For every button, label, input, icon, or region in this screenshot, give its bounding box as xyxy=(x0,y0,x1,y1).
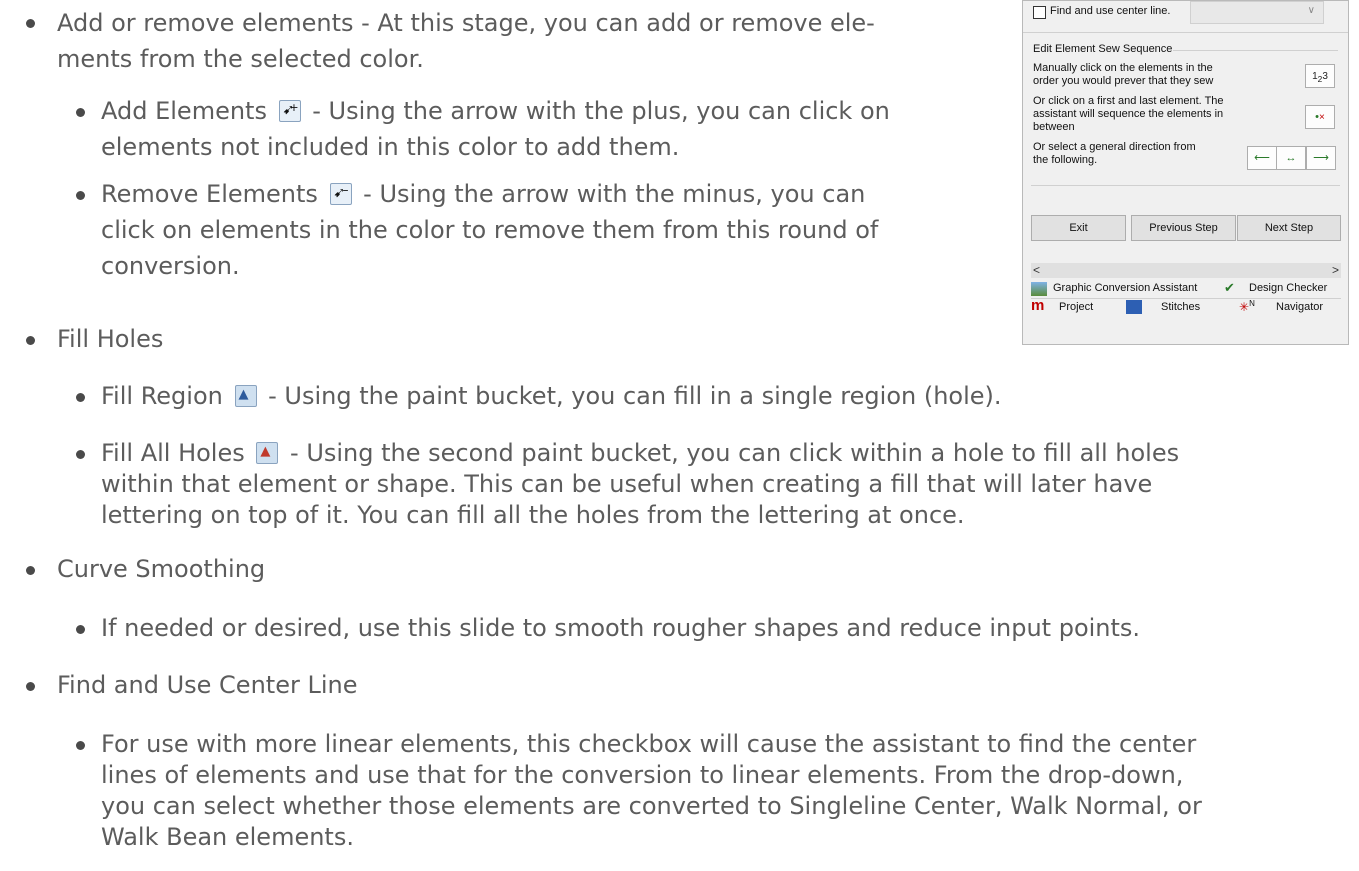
arrow-both-icon: ↔ xyxy=(1285,152,1297,164)
sub-center-line-line4: Walk Bean elements. xyxy=(101,823,354,851)
manual-instruction-line1: Manually click on the elements in the xyxy=(1033,62,1213,74)
sub-fill-region: Fill Region ▲ - Using the paint bucket, … xyxy=(101,381,1002,412)
bullet-dot xyxy=(76,741,85,750)
bullet-dot xyxy=(76,393,85,402)
sub-center-line-line3: you can select whether those elements ar… xyxy=(101,792,1202,820)
tab-project[interactable]: Project xyxy=(1059,299,1093,316)
sub-fill-all-holes-line3: lettering on top of it. You can fill all… xyxy=(101,501,965,529)
bullet-dot xyxy=(76,191,85,200)
group-bottom-line xyxy=(1031,185,1340,186)
sub-center-line-line2: lines of elements and use that for the c… xyxy=(101,761,1184,789)
direction-right-button[interactable]: ⟶ xyxy=(1306,146,1336,170)
sub-fill-region-pre: Fill Region xyxy=(101,382,223,410)
sub-fill-all-holes-pre: Fill All Holes xyxy=(101,439,245,467)
next-step-button[interactable]: Next Step xyxy=(1237,215,1341,241)
bullet-dot xyxy=(26,336,35,345)
bullet-dot xyxy=(76,108,85,117)
bullet-dot xyxy=(26,682,35,691)
chevron-down-icon: ∨ xyxy=(1307,5,1315,16)
first-last-line1: Or click on a first and last element. Th… xyxy=(1033,95,1224,107)
tab-graphic-conversion-assistant[interactable]: Graphic Conversion Assistant xyxy=(1053,280,1197,297)
sub-add-elements-pre: Add Elements xyxy=(101,97,267,125)
horizontal-scrollbar[interactable]: < > xyxy=(1031,263,1341,278)
add-arrow-icon: ➹ + xyxy=(278,100,301,122)
sub-center-line-line1: For use with more linear elements, this … xyxy=(101,730,1197,758)
bullet-center-line-title: Find and Use Center Line xyxy=(57,671,358,699)
sub-remove-elements-pre: Remove Elements xyxy=(101,180,318,208)
direction-left-button[interactable]: ⟵ xyxy=(1247,146,1277,170)
previous-step-button[interactable]: Previous Step xyxy=(1131,215,1236,241)
direction-line1: Or select a general direction from xyxy=(1033,141,1196,153)
remove-arrow-icon: ➹ – xyxy=(329,183,352,205)
paint-bucket-icon: ▲ xyxy=(234,385,257,407)
design-checker-icon: ✔ xyxy=(1224,280,1235,295)
navigator-icon-letter: N xyxy=(1249,299,1255,308)
tab-stitches[interactable]: Stitches xyxy=(1161,299,1200,316)
center-line-label: Find and use center line. xyxy=(1050,5,1171,17)
stitches-icon xyxy=(1126,300,1142,314)
tab-navigator[interactable]: Navigator xyxy=(1276,299,1323,316)
bullet-add-remove-line2: ments from the selected color. xyxy=(57,45,424,73)
scroll-right-icon[interactable]: > xyxy=(1332,263,1339,278)
sub-curve-smoothing: If needed or desired, use this slide to … xyxy=(101,614,1141,642)
bullet-dot xyxy=(26,566,35,575)
first-last-line2: assistant will sequence the elements in xyxy=(1033,108,1224,120)
navigator-icon: ✳N xyxy=(1239,299,1255,314)
group-line xyxy=(1173,50,1338,51)
sub-fill-all-holes-line2: within that element or shape. This can b… xyxy=(101,470,1153,498)
arrow-right-icon: ⟶ xyxy=(1313,152,1329,164)
panel-tabs: Graphic Conversion Assistant ✔ Design Ch… xyxy=(1031,280,1341,318)
sub-add-elements: Add Elements ➹ + - Using the arrow with t… xyxy=(101,96,890,127)
center-line-checkbox[interactable] xyxy=(1033,6,1046,19)
sub-add-elements-line2: elements not included in this color to a… xyxy=(101,133,680,161)
paint-bucket-all-icon: ▲ xyxy=(256,442,279,464)
first-last-sequence-button[interactable]: •× xyxy=(1305,105,1335,129)
direction-center-out-button[interactable]: ↔ xyxy=(1276,146,1306,170)
graphic-conversion-icon xyxy=(1031,282,1047,296)
project-m-icon: m xyxy=(1031,297,1045,314)
sub-remove-elements: Remove Elements ➹ – - Using the arrow wit… xyxy=(101,179,865,210)
sub-fill-all-holes: Fill All Holes ▲ - Using the second pain… xyxy=(101,438,1179,469)
sub-fill-region-post: - Using the paint bucket, you can fill i… xyxy=(268,382,1002,410)
tab-design-checker[interactable]: Design Checker xyxy=(1249,280,1327,297)
bullet-dot xyxy=(76,450,85,459)
manual-sequence-button[interactable]: 123 xyxy=(1305,64,1335,88)
conversion-assistant-panel: Find and use center line. ∨ Edit Element… xyxy=(1022,0,1349,345)
bullet-dot xyxy=(26,19,35,28)
manual-instruction-line2: order you would prever that they sew xyxy=(1033,75,1214,87)
sew-sequence-group-title: Edit Element Sew Sequence xyxy=(1033,43,1173,55)
first-last-line3: between xyxy=(1033,121,1075,133)
sub-remove-elements-line2: click on elements in the color to remove… xyxy=(101,216,879,244)
bullet-add-remove-title: Add or remove elements - At this stage, … xyxy=(57,9,875,37)
direction-line2: the following. xyxy=(1033,154,1098,166)
scroll-left-icon[interactable]: < xyxy=(1033,263,1040,278)
sub-fill-all-holes-post: - Using the second paint bucket, you can… xyxy=(290,439,1180,467)
123-sequence-icon: 123 xyxy=(1312,71,1328,84)
bullet-curve-smoothing-title: Curve Smoothing xyxy=(57,555,266,583)
bullet-dot xyxy=(76,625,85,634)
sub-add-elements-post: - Using the arrow with the plus, you can… xyxy=(312,97,890,125)
sub-remove-elements-line3: conversion. xyxy=(101,252,240,280)
sub-remove-elements-post: - Using the arrow with the minus, you ca… xyxy=(363,180,866,208)
bullet-fill-holes-title: Fill Holes xyxy=(57,325,164,353)
exit-button[interactable]: Exit xyxy=(1031,215,1126,241)
divider xyxy=(1023,32,1348,33)
arrow-left-icon: ⟵ xyxy=(1254,152,1270,164)
center-line-type-dropdown[interactable]: ∨ xyxy=(1190,1,1324,24)
